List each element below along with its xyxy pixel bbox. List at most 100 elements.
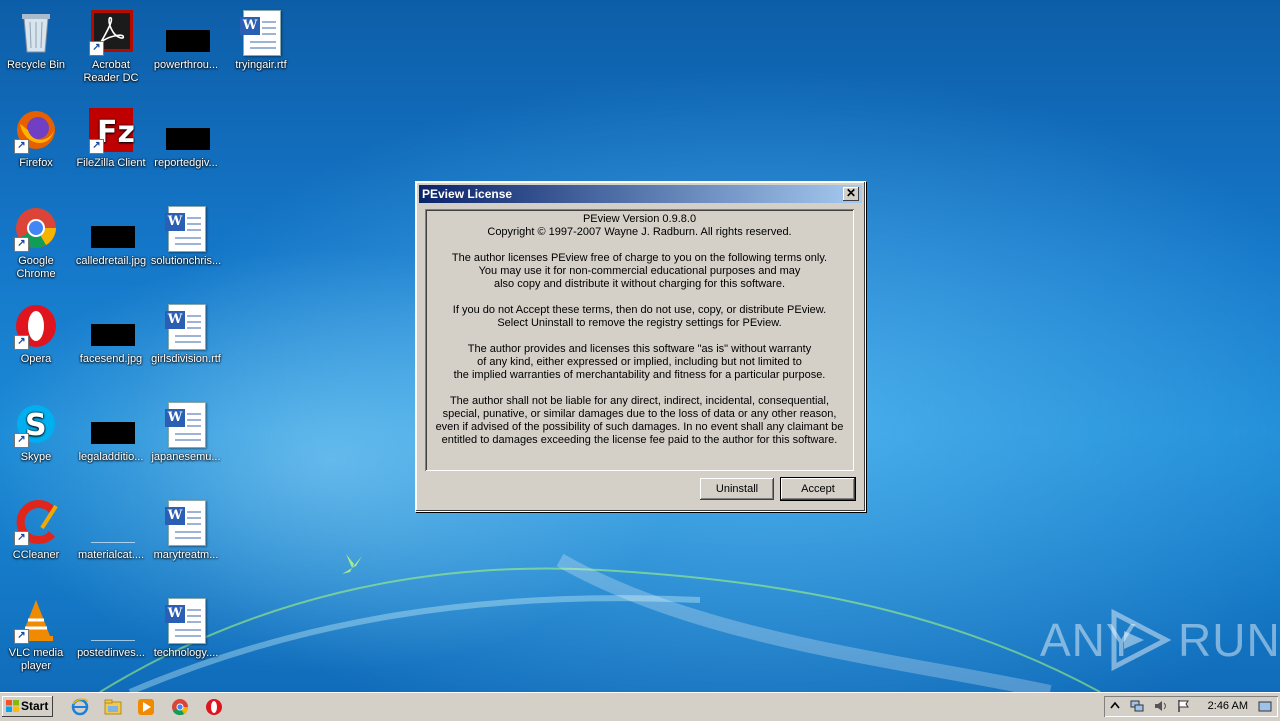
firefox-icon: ↗ xyxy=(12,106,60,154)
volume-icon[interactable] xyxy=(1154,699,1168,713)
license-line: PEview Version 0.9.8.0 xyxy=(582,213,697,225)
license-line: Select Uninstall to remove the registry … xyxy=(497,317,782,329)
image-file-icon xyxy=(162,8,210,56)
start-button[interactable]: Start xyxy=(2,696,53,717)
license-paragraph: The author shall not be liable for any d… xyxy=(425,395,854,447)
desktop-icon-opera[interactable]: ↗ Opera xyxy=(0,302,74,366)
taskbar: Start 2:46 AM xyxy=(0,692,1280,721)
watermark-right-text: RUN xyxy=(1178,614,1280,666)
file-explorer-icon[interactable] xyxy=(104,698,122,716)
action-center-flag-icon[interactable] xyxy=(1176,699,1190,713)
desktop-icon-file[interactable]: W marytreatm... xyxy=(148,498,224,562)
desktop-icon-file[interactable]: facesend.jpg xyxy=(73,302,149,366)
license-line: special, punative, or similar damages du… xyxy=(442,408,837,420)
play-logo-icon xyxy=(1111,609,1172,671)
recycle-bin-icon xyxy=(12,8,60,56)
ccleaner-icon: ↗ xyxy=(12,498,60,546)
license-text: PEview Version 0.9.8.0 Copyright © 1997-2… xyxy=(425,209,854,447)
show-hidden-icons-icon[interactable] xyxy=(1108,699,1122,713)
desktop-icon-label: Opera xyxy=(20,353,52,365)
media-player-icon[interactable] xyxy=(137,698,155,716)
desktop-icon-file[interactable]: postedinves... xyxy=(73,596,149,660)
desktop-icon-label: Acrobat Reader DC xyxy=(83,59,139,84)
internet-explorer-icon[interactable] xyxy=(71,698,89,716)
start-label: Start xyxy=(21,699,49,713)
desktop-icon-label: tryingair.rtf xyxy=(235,59,287,71)
desktop-icon-file[interactable]: W girlsdivision.rtf xyxy=(148,302,224,366)
license-paragraph: The author licenses PEview free of charg… xyxy=(425,252,854,291)
desktop-icon-label: calledretail.jpg xyxy=(75,255,147,267)
desktop-icon-firefox[interactable]: ↗ Firefox xyxy=(0,106,74,170)
license-line: the implied warranties of merchantabilit… xyxy=(453,369,826,381)
chrome-icon[interactable] xyxy=(171,698,189,716)
network-icon[interactable] xyxy=(1130,699,1144,713)
license-line: also copy and distribute it without char… xyxy=(493,278,786,290)
image-file-icon xyxy=(87,302,135,350)
license-line: If you do not Accept these terms, then d… xyxy=(452,304,827,316)
desktop-icon-label: FileZilla Client xyxy=(76,157,146,169)
desktop-icon-chrome[interactable]: ↗ Google Chrome xyxy=(0,204,74,281)
close-button[interactable]: ✕ xyxy=(843,187,859,201)
dialog-title: PEview License xyxy=(422,187,513,201)
desktop-icon-acrobat[interactable]: ↗ Acrobat Reader DC xyxy=(73,8,149,85)
license-line: entitled to damages exceeding the licens… xyxy=(441,434,838,446)
desktop-icon-filezilla[interactable]: Fz ↗ FileZilla Client xyxy=(73,106,149,170)
show-desktop-icon[interactable] xyxy=(1258,699,1272,713)
word-document-icon: W xyxy=(162,596,210,644)
license-line: Copyright © 1997-2007 Wayne J. Radburn. … xyxy=(487,226,792,238)
desktop-icon-file[interactable]: powerthrou... xyxy=(148,8,224,72)
desktop-icon-file[interactable]: calledretail.jpg xyxy=(73,204,149,268)
desktop-icon-label: legaladditio... xyxy=(78,451,144,463)
clock[interactable]: 2:46 AM xyxy=(1208,696,1248,717)
desktop-icon-label: Firefox xyxy=(19,157,53,169)
image-file-icon xyxy=(87,204,135,252)
image-file-icon xyxy=(87,498,135,546)
vlc-icon: ↗ xyxy=(12,596,60,644)
accept-button[interactable]: Accept xyxy=(781,478,855,500)
desktop-icon-label: facesend.jpg xyxy=(79,353,143,365)
desktop-icon-file[interactable]: W solutionchris... xyxy=(148,204,224,268)
desktop-icon-file[interactable]: W technology.... xyxy=(148,596,224,660)
license-paragraph: The author provides and licenses this so… xyxy=(425,343,854,382)
word-document-icon: W xyxy=(162,302,210,350)
word-document-icon: W xyxy=(162,400,210,448)
license-paragraph: If you do not Accept these terms, then d… xyxy=(425,304,854,330)
desktop-icon-file[interactable]: legaladditio... xyxy=(73,400,149,464)
desktop-icon-label: Skype xyxy=(20,451,52,463)
chrome-icon: ↗ xyxy=(12,204,60,252)
word-document-icon: W xyxy=(162,204,210,252)
license-line: of any kind, either expressed or implied… xyxy=(477,356,802,368)
opera-icon: ↗ xyxy=(12,302,60,350)
acrobat-reader-icon: ↗ xyxy=(87,8,135,56)
image-file-icon xyxy=(162,106,210,154)
desktop-icon-file[interactable]: reportedgiv... xyxy=(148,106,224,170)
desktop-icon-skype[interactable]: S ↗ Skype xyxy=(0,400,74,464)
peview-license-dialog: PEview License ✕ PEview Version 0.9.8.0 C… xyxy=(415,181,866,512)
dialog-titlebar[interactable]: PEview License ✕ xyxy=(419,185,862,203)
uninstall-button[interactable]: Uninstall xyxy=(700,478,774,500)
desktop-icon-label: VLC media player xyxy=(8,647,64,672)
license-paragraph: PEview Version 0.9.8.0 Copyright © 1997-2… xyxy=(425,213,854,239)
desktop-icon-label: postedinves... xyxy=(77,647,145,659)
license-line: You may use it for non-commercial educat… xyxy=(478,265,801,277)
image-file-icon xyxy=(87,596,135,644)
desktop-icon-recycle-bin[interactable]: Recycle Bin xyxy=(0,8,74,72)
image-file-icon xyxy=(87,400,135,448)
desktop-icon-file[interactable]: W japanesemu... xyxy=(148,400,224,464)
desktop-icon-label: powerthrou... xyxy=(153,59,219,71)
system-tray: 2:46 AM xyxy=(1104,696,1278,717)
desktop-icon-label: marytreatm... xyxy=(153,549,219,561)
desktop-icon-file[interactable]: materialcat.... xyxy=(73,498,149,562)
desktop-icon-vlc[interactable]: ↗ VLC media player xyxy=(0,596,74,673)
word-document-icon: W xyxy=(237,8,285,56)
desktop-icon-label: Recycle Bin xyxy=(6,59,66,71)
desktop-icon-ccleaner[interactable]: ↗ CCleaner xyxy=(0,498,74,562)
opera-icon[interactable] xyxy=(205,698,223,716)
desktop-icon-file[interactable]: W tryingair.rtf xyxy=(223,8,299,72)
license-line: The author provides and licenses this so… xyxy=(467,343,812,355)
desktop-icon-label: materialcat.... xyxy=(77,549,145,561)
skype-icon: S ↗ xyxy=(12,400,60,448)
word-document-icon: W xyxy=(162,498,210,546)
desktop-icon-label: solutionchris... xyxy=(150,255,222,267)
license-line: The author licenses PEview free of charg… xyxy=(451,252,828,264)
